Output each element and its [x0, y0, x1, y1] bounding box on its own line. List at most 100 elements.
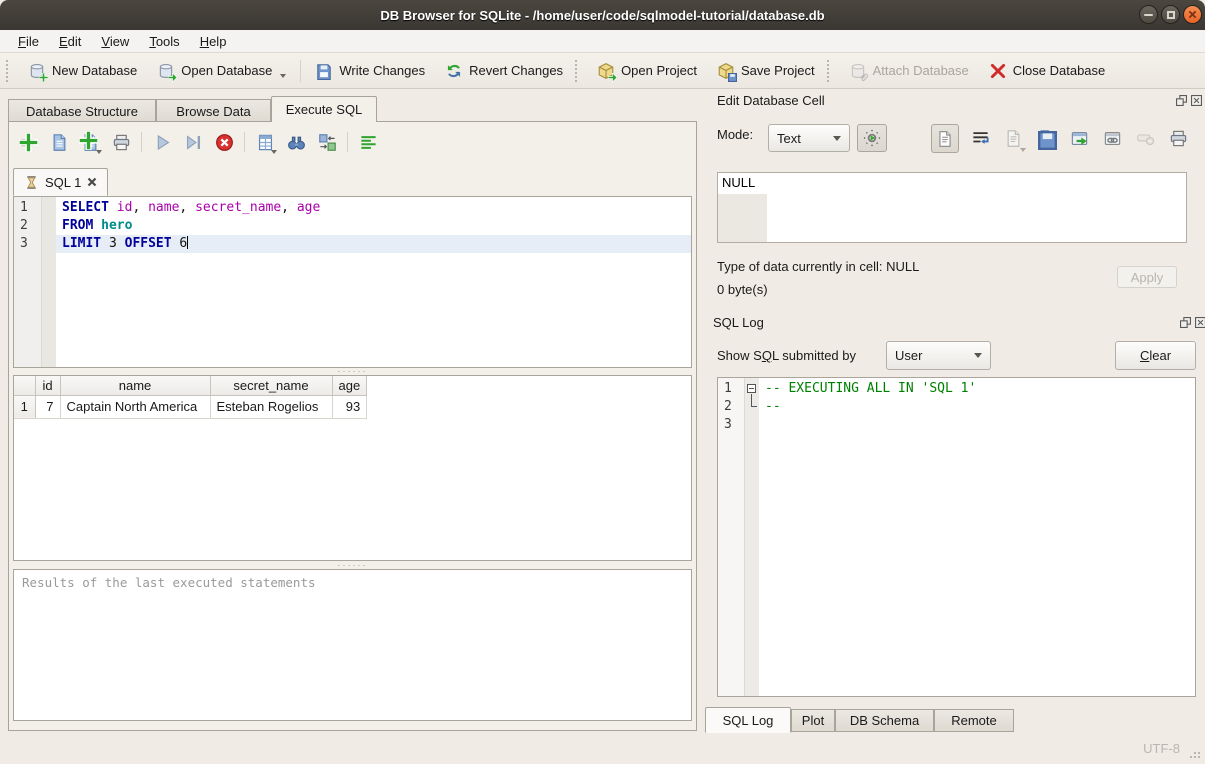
open-sql-tab-button[interactable]: [17, 131, 39, 153]
close-database-button[interactable]: Close Database: [979, 58, 1116, 84]
menu-tools[interactable]: Tools: [139, 32, 189, 51]
print-sql-button[interactable]: [110, 131, 132, 153]
line-number: 1: [724, 380, 744, 398]
log-line[interactable]: [759, 416, 1195, 434]
fold-end-icon: [751, 398, 757, 407]
sql-log-editor[interactable]: 123 -- EXECUTING ALL IN 'SQL 1'--: [717, 377, 1196, 697]
cell-name[interactable]: Captain North America: [60, 395, 210, 418]
execution-results-message[interactable]: Results of the last executed statements: [13, 569, 692, 721]
write-changes-button[interactable]: Write Changes: [305, 58, 435, 84]
sql-log-dock-title: SQL Log: [713, 315, 764, 330]
cell-secret-name[interactable]: Esteban Rogelios: [210, 395, 332, 418]
export-results-button[interactable]: [254, 131, 276, 153]
open-sql-file-button[interactable]: [48, 131, 70, 153]
float-dock-icon[interactable]: [1180, 317, 1191, 328]
open-database-dropdown-icon[interactable]: [280, 74, 286, 78]
fold-collapse-icon[interactable]: [747, 384, 756, 393]
dropdown-icon[interactable]: [271, 150, 277, 154]
tab-database-structure[interactable]: Database Structure: [8, 99, 156, 122]
menu-help[interactable]: Help: [190, 32, 237, 51]
sql-code-area[interactable]: SELECT id, name, secret_name, ageFROM he…: [56, 197, 691, 367]
new-database-button[interactable]: New Database: [18, 58, 147, 84]
execute-line-button[interactable]: [182, 131, 204, 153]
menu-view[interactable]: View: [91, 32, 139, 51]
dock-tab-plot[interactable]: Plot: [791, 709, 835, 732]
toolbar-handle[interactable]: [827, 60, 833, 82]
resize-grip-icon[interactable]: [1194, 752, 1196, 754]
close-dock-icon[interactable]: [1191, 95, 1202, 106]
close-dock-icon[interactable]: [1195, 317, 1205, 328]
toolbar-handle[interactable]: [6, 60, 12, 82]
menu-file[interactable]: File: [8, 32, 49, 51]
toolbar-separator: [300, 60, 301, 82]
maximize-button[interactable]: [1161, 5, 1180, 24]
dock-tab-sql-log[interactable]: SQL Log: [705, 707, 791, 733]
splitter-handle[interactable]: ······: [9, 368, 696, 374]
menu-bar: File Edit View Tools Help: [0, 30, 1205, 53]
editor-line[interactable]: FROM hero: [56, 217, 691, 235]
column-header-secret-name[interactable]: secret_name: [210, 376, 332, 395]
column-header-age[interactable]: age: [332, 376, 367, 395]
log-line-number-gutter: 123: [718, 378, 745, 696]
corner-header[interactable]: [14, 376, 35, 395]
line-number: 1: [20, 199, 41, 217]
menu-edit[interactable]: Edit: [49, 32, 91, 51]
toolbar-handle[interactable]: [575, 60, 581, 82]
clear-log-button[interactable]: Clear: [1115, 341, 1196, 370]
dropdown-icon: [1020, 148, 1026, 152]
open-project-button[interactable]: Open Project: [587, 58, 707, 84]
execute-all-button[interactable]: [151, 131, 173, 153]
open-database-button[interactable]: Open Database: [147, 58, 296, 84]
row-header[interactable]: 1: [14, 395, 35, 418]
revert-changes-button[interactable]: Revert Changes: [435, 58, 573, 84]
float-dock-icon[interactable]: [1176, 95, 1187, 106]
open-external-button[interactable]: [1067, 127, 1091, 151]
table-row[interactable]: 1 7 Captain North America Esteban Rogeli…: [14, 395, 367, 418]
cell-id[interactable]: 7: [35, 395, 60, 418]
column-header-name[interactable]: name: [60, 376, 210, 395]
log-line[interactable]: --: [759, 398, 1195, 416]
dock-tab-db-schema[interactable]: DB Schema: [835, 709, 934, 732]
dock-tab-remote[interactable]: Remote: [934, 709, 1014, 732]
dropdown-icon[interactable]: [96, 150, 102, 154]
tab-execute-sql[interactable]: Execute SQL: [271, 96, 377, 122]
export-cell-button[interactable]: [1034, 127, 1058, 151]
open-external-icon: [1070, 129, 1089, 148]
save-project-button[interactable]: Save Project: [707, 58, 825, 84]
editor-line[interactable]: SELECT id, name, secret_name, age: [56, 199, 691, 217]
close-tab-icon[interactable]: [87, 177, 97, 187]
results-grid[interactable]: id name secret_name age 1 7 Captain Nort…: [14, 376, 367, 419]
log-line[interactable]: -- EXECUTING ALL IN 'SQL 1': [759, 380, 1195, 398]
open-sql-file-tab-button[interactable]: [79, 131, 101, 153]
mode-combobox[interactable]: Text: [768, 124, 850, 152]
encoding-indicator[interactable]: UTF-8: [1108, 741, 1180, 756]
find-button[interactable]: [285, 131, 307, 153]
column-header-id[interactable]: id: [35, 376, 60, 395]
log-filter-combobox[interactable]: User: [886, 341, 991, 370]
cell-size-info: 0 byte(s): [717, 282, 768, 297]
print-cell-button[interactable]: [1166, 127, 1190, 151]
editor-line[interactable]: LIMIT 3 OFFSET 6: [56, 235, 691, 253]
toolbar-separator: [141, 132, 142, 152]
find-replace-button[interactable]: [316, 131, 338, 153]
auto-apply-button[interactable]: [857, 124, 887, 152]
title-bar[interactable]: DB Browser for SQLite - /home/user/code/…: [0, 0, 1205, 30]
splitter-handle[interactable]: ······: [9, 562, 696, 568]
text-mode-button[interactable]: [931, 124, 959, 153]
cell-age[interactable]: 93: [332, 395, 367, 418]
minimize-button[interactable]: [1139, 5, 1158, 24]
close-button[interactable]: [1183, 5, 1202, 24]
cell-value-editor[interactable]: NULL: [717, 172, 1187, 243]
word-wrap-button[interactable]: [968, 127, 992, 151]
format-sql-button[interactable]: [357, 131, 379, 153]
fold-cell: [42, 235, 56, 253]
sql-editor[interactable]: 123 SELECT id, name, secret_name, ageFRO…: [13, 196, 692, 368]
maximize-icon: [1167, 11, 1175, 19]
open-linked-button[interactable]: [1100, 127, 1124, 151]
log-code-area[interactable]: -- EXECUTING ALL IN 'SQL 1'--: [759, 378, 1195, 696]
stop-execution-button[interactable]: [213, 131, 235, 153]
window-title: DB Browser for SQLite - /home/user/code/…: [380, 8, 824, 23]
new-database-icon: [28, 62, 46, 80]
tab-browse-data[interactable]: Browse Data: [156, 99, 271, 122]
sql-document-tab[interactable]: SQL 1: [13, 168, 108, 196]
